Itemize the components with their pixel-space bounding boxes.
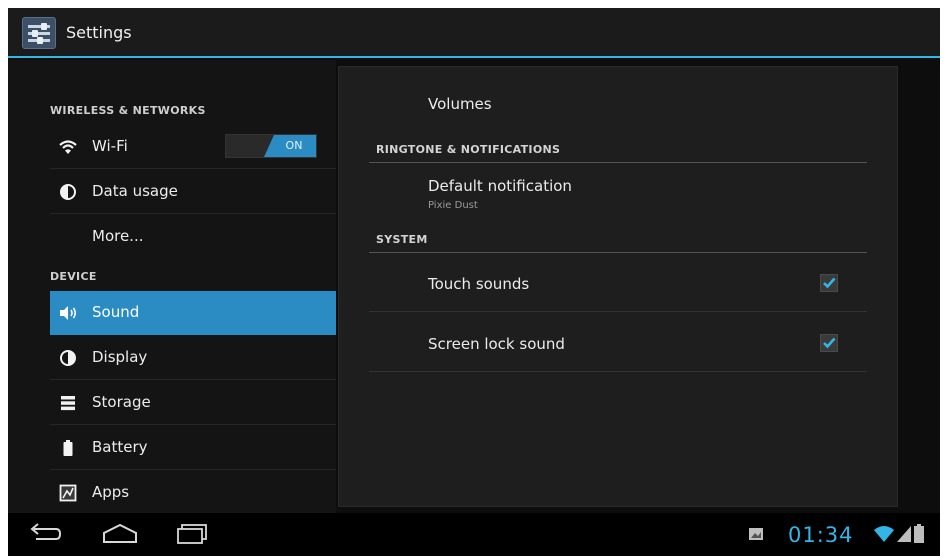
wifi-signal-icon — [873, 525, 895, 547]
touch-sounds-checkbox[interactable] — [820, 274, 838, 292]
storage-icon — [58, 393, 78, 413]
sidebar-item-label: Storage — [92, 393, 151, 411]
section-device: DEVICE — [50, 270, 97, 283]
back-icon — [30, 523, 62, 540]
settings-sliders-icon[interactable] — [22, 17, 56, 49]
sidebar-item-label: Sound — [92, 303, 140, 321]
system-navigation-bar: 01:34 — [8, 513, 940, 556]
wifi-toggle-state: ON — [264, 135, 316, 157]
row-divider — [369, 311, 867, 312]
wifi-icon — [58, 137, 78, 157]
home-button[interactable] — [100, 522, 140, 550]
settings-sidebar: WIRELESS & NETWORKS Wi-Fi ON Data usage … — [8, 60, 336, 513]
sidebar-item-label: More... — [92, 227, 144, 245]
sidebar-item-apps[interactable]: Apps — [50, 471, 336, 515]
section-wireless-networks: WIRELESS & NETWORKS — [50, 104, 206, 117]
volumes-item[interactable]: Volumes — [428, 95, 492, 113]
display-icon — [58, 348, 78, 368]
row-divider — [369, 371, 867, 372]
sidebar-item-label: Data usage — [92, 182, 178, 200]
sidebar-item-sound[interactable]: Sound — [50, 291, 336, 335]
sound-settings-pane: Volumes RINGTONE & NOTIFICATIONS Default… — [338, 66, 898, 507]
sidebar-item-label: Display — [92, 348, 148, 366]
action-bar: Settings — [8, 8, 940, 58]
default-notification-title: Default notification — [428, 177, 572, 195]
sidebar-item-label: Wi-Fi — [92, 137, 128, 155]
gallery-notification-icon[interactable] — [748, 526, 764, 546]
sidebar-item-storage[interactable]: Storage — [50, 381, 336, 425]
battery-status-icon — [914, 524, 924, 548]
apps-icon — [58, 483, 78, 503]
recent-apps-button[interactable] — [176, 522, 210, 550]
section-divider — [369, 252, 867, 253]
checkmark-icon — [823, 277, 836, 289]
battery-icon — [58, 438, 78, 458]
wifi-toggle[interactable]: ON — [225, 134, 317, 158]
touch-sounds-label: Touch sounds — [428, 275, 530, 293]
recent-apps-icon — [177, 524, 207, 544]
sidebar-item-label: Battery — [92, 438, 148, 456]
sidebar-item-data-usage[interactable]: Data usage — [50, 170, 336, 214]
screen-lock-sound-checkbox[interactable] — [820, 334, 838, 352]
app-title: Settings — [66, 23, 132, 42]
sidebar-item-more[interactable]: More... — [50, 215, 336, 259]
home-icon — [103, 523, 137, 543]
section-ringtone-notifications: RINGTONE & NOTIFICATIONS — [376, 143, 561, 156]
back-button[interactable] — [26, 522, 62, 550]
section-divider — [369, 162, 867, 163]
sidebar-item-display[interactable]: Display — [50, 336, 336, 380]
speaker-icon — [58, 303, 78, 323]
default-notification-value: Pixie Dust — [428, 200, 478, 211]
sidebar-item-battery[interactable]: Battery — [50, 426, 336, 470]
tablet-screen: Settings WIRELESS & NETWORKS Wi-Fi ON Da… — [8, 8, 940, 556]
screen-lock-sound-label: Screen lock sound — [428, 335, 565, 353]
data-usage-icon — [58, 182, 78, 202]
section-system: SYSTEM — [376, 233, 428, 246]
checkmark-icon — [823, 337, 836, 349]
clock[interactable]: 01:34 — [788, 523, 854, 547]
cell-signal-icon — [896, 525, 912, 547]
sidebar-item-label: Apps — [92, 483, 130, 501]
sidebar-item-wifi[interactable]: Wi-Fi ON — [50, 125, 336, 169]
